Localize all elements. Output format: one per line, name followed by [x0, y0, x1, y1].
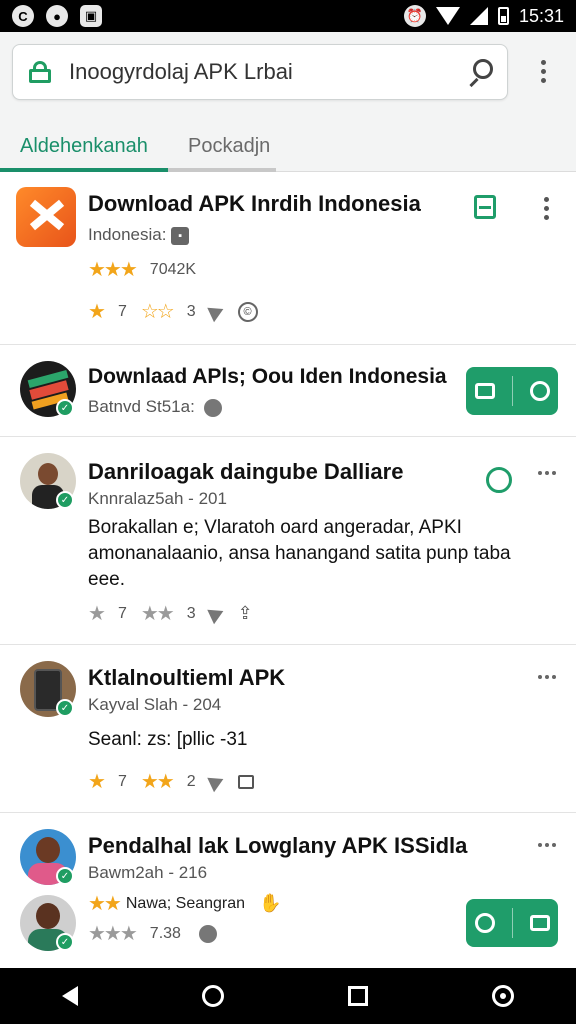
stars-icon: ★★ [140, 771, 175, 793]
item-meta-text: Indonesia: [88, 225, 167, 244]
overflow-menu-icon[interactable] [541, 60, 546, 83]
navigation-bar [0, 968, 576, 1024]
refresh-icon [529, 381, 550, 401]
wifi-icon [435, 7, 460, 25]
share-icon[interactable] [206, 603, 227, 624]
search-input[interactable]: Inoogyrdolaj APK Lrbai [69, 59, 467, 85]
globe-icon [198, 924, 217, 943]
list-item[interactable]: ✓ Danriloagak daingube Dalliare Knnralaz… [0, 437, 576, 645]
battery-icon [497, 7, 509, 25]
stat-two: 2 [186, 772, 196, 790]
star-icon: ★ [88, 603, 106, 625]
refresh-icon [474, 913, 495, 933]
item-menu-icon[interactable] [544, 197, 549, 220]
item-description: Seanl: zs: [pllic -31 [88, 729, 248, 750]
download-count: 7042K [149, 260, 197, 278]
verified-icon: ✓ [56, 399, 74, 417]
bag-icon[interactable] [237, 774, 254, 789]
item-title[interactable]: Ktlalnoultieml APK [88, 665, 285, 691]
recents-icon[interactable] [348, 986, 368, 1006]
item-description: Borakallan e; Vlaratoh oard angeradar, A… [88, 517, 511, 590]
star-rating-icon: ★★ [88, 893, 122, 915]
share-icon[interactable] [206, 301, 227, 322]
stat-one: 7 [117, 772, 127, 790]
copyright-icon[interactable]: © [237, 301, 258, 322]
search-bar[interactable]: Inoogyrdolaj APK Lrbai [12, 44, 508, 100]
verified-icon: ✓ [56, 867, 74, 885]
bookmark-icon[interactable] [474, 195, 496, 219]
upload-icon[interactable]: ⇪ [238, 603, 253, 624]
clock: 15:31 [518, 5, 564, 26]
item-meta: Indonesia: ▪ [88, 225, 190, 245]
list-item[interactable]: Download APK Inrdih Indonesia Indonesia:… [0, 173, 576, 345]
action-row: ★ 7 ☆☆ 3 © [88, 299, 258, 324]
install-button[interactable] [466, 367, 558, 415]
list-item[interactable]: ✓ Ktlalnoultieml APK Kayval Slah - 204 S… [0, 645, 576, 813]
flag-icon: ▪ [171, 226, 190, 245]
signal-icon [469, 7, 488, 25]
install-button[interactable] [466, 899, 558, 947]
notification-app-icon: ▣ [80, 5, 102, 27]
back-icon[interactable] [62, 986, 78, 1006]
stars-icon: ☆☆ [140, 301, 175, 323]
tab-pockadjn[interactable]: Pockadjn [168, 120, 276, 172]
item-title[interactable]: Download APK Inrdih Indonesia [88, 191, 421, 217]
item-title[interactable]: Danriloagak daingube Dalliare [88, 459, 403, 485]
item-subtitle: Nawa; Seangran [125, 894, 246, 912]
app-header: Inoogyrdolaj APK Lrbai Aldehenkanah Pock… [0, 32, 576, 172]
stat-one: 7 [117, 604, 127, 622]
alarm-icon: ⏰ [403, 5, 426, 27]
item-menu-icon[interactable] [538, 471, 556, 475]
list-item[interactable]: ✓ ✓ Pendalhal lak Lowglany APK ISSidla B… [0, 813, 576, 968]
item-meta: Bawm2ah - 216 [88, 863, 208, 882]
item-meta-text: Batnvd St51a: [88, 397, 195, 416]
item-menu-icon[interactable] [538, 843, 556, 847]
sub-row: ★★ Nawa; Seangran ✋ [88, 891, 281, 916]
stars-icon: ★★★ [88, 923, 138, 945]
verified-icon: ✓ [56, 933, 74, 951]
item-title[interactable]: Pendalhal lak Lowglany APK ISSidla [88, 833, 467, 859]
item-meta: Kayval Slah - 204 [88, 695, 222, 714]
stat-one: 7 [117, 302, 127, 320]
search-icon[interactable] [467, 59, 493, 88]
item-menu-icon[interactable] [538, 675, 556, 679]
verified-icon: ✓ [56, 491, 74, 509]
star-rating-icon: ★★★ [88, 259, 138, 281]
tab-bar: Aldehenkanah Pockadjn [0, 120, 576, 172]
list-item[interactable]: ✓ Downlaad APls; Oou Iden Indonesia Batn… [0, 345, 576, 437]
home-icon[interactable] [202, 985, 224, 1007]
status-bar: C ● ▣ ⏰ 15:31 [0, 0, 576, 32]
chat-icon[interactable] [486, 467, 512, 493]
item-meta: Batnvd St51a: [88, 397, 222, 417]
stat-one: 7.38 [149, 924, 181, 942]
star-icon: ★ [88, 301, 106, 323]
notification-dot-icon: ● [46, 5, 68, 27]
stat-two: 3 [186, 302, 196, 320]
stat-two: 3 [186, 604, 196, 622]
store-icon [27, 61, 53, 83]
hand-icon: ✋ [259, 893, 282, 913]
item-title[interactable]: Downlaad APls; Oou Iden Indonesia [88, 365, 447, 389]
assistant-icon[interactable] [492, 985, 514, 1007]
verified-icon: ✓ [56, 699, 74, 717]
rating-row: ★★★ 7042K [88, 257, 196, 282]
notification-c-icon: C [12, 5, 34, 27]
share-icon[interactable] [206, 771, 227, 792]
stars-icon: ★★ [140, 603, 175, 625]
globe-icon [203, 398, 222, 417]
gallery-icon [529, 915, 550, 931]
item-meta: Knnralaz5ah - 201 [88, 489, 227, 508]
app-icon [16, 187, 76, 247]
tab-aldehenkanah[interactable]: Aldehenkanah [0, 120, 168, 172]
action-row: ★★★ 7.38 [88, 921, 217, 946]
gallery-icon [474, 383, 495, 399]
action-row: ★ 7 ★★ 3 ⇪ [88, 601, 253, 626]
star-icon: ★ [88, 771, 106, 793]
action-row: ★ 7 ★★ 2 [88, 769, 254, 794]
